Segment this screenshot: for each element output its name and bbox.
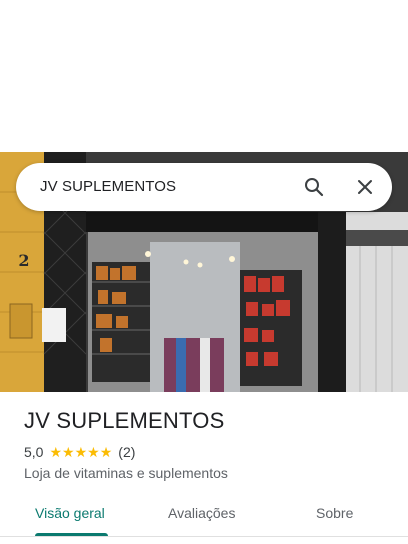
close-icon	[358, 180, 372, 194]
tab-about[interactable]: Sobre	[316, 505, 353, 521]
review-count[interactable]: (2)	[118, 444, 135, 460]
star-icon: ★	[74, 444, 88, 460]
tabs-divider	[0, 536, 408, 537]
search-icon	[305, 178, 324, 197]
rating-row[interactable]: 5,0 ★ ★ ★ ★ ★ (2)	[24, 444, 135, 460]
search-button[interactable]	[302, 175, 326, 199]
clear-search-button[interactable]	[353, 175, 377, 199]
tab-overview[interactable]: Visão geral	[35, 505, 105, 521]
place-tabs: Visão geral Avaliações Sobre	[0, 496, 408, 544]
place-name: JV SUPLEMENTOS	[24, 408, 225, 433]
search-bar[interactable]: JV SUPLEMENTOS	[16, 163, 392, 211]
house-number: 2	[18, 251, 29, 270]
star-icon: ★	[62, 444, 75, 460]
star-icon: ★	[49, 444, 63, 460]
star-icon: ★	[99, 444, 113, 460]
search-query-text[interactable]: JV SUPLEMENTOS	[40, 178, 176, 195]
rating-stars: ★ ★ ★ ★ ★	[49, 445, 112, 459]
tab-reviews[interactable]: Avaliações	[168, 505, 235, 521]
star-icon: ★	[87, 444, 100, 460]
rating-value: 5,0	[24, 444, 44, 460]
top-blank-area	[0, 0, 408, 152]
place-category: Loja de vitaminas e suplementos	[24, 465, 228, 481]
